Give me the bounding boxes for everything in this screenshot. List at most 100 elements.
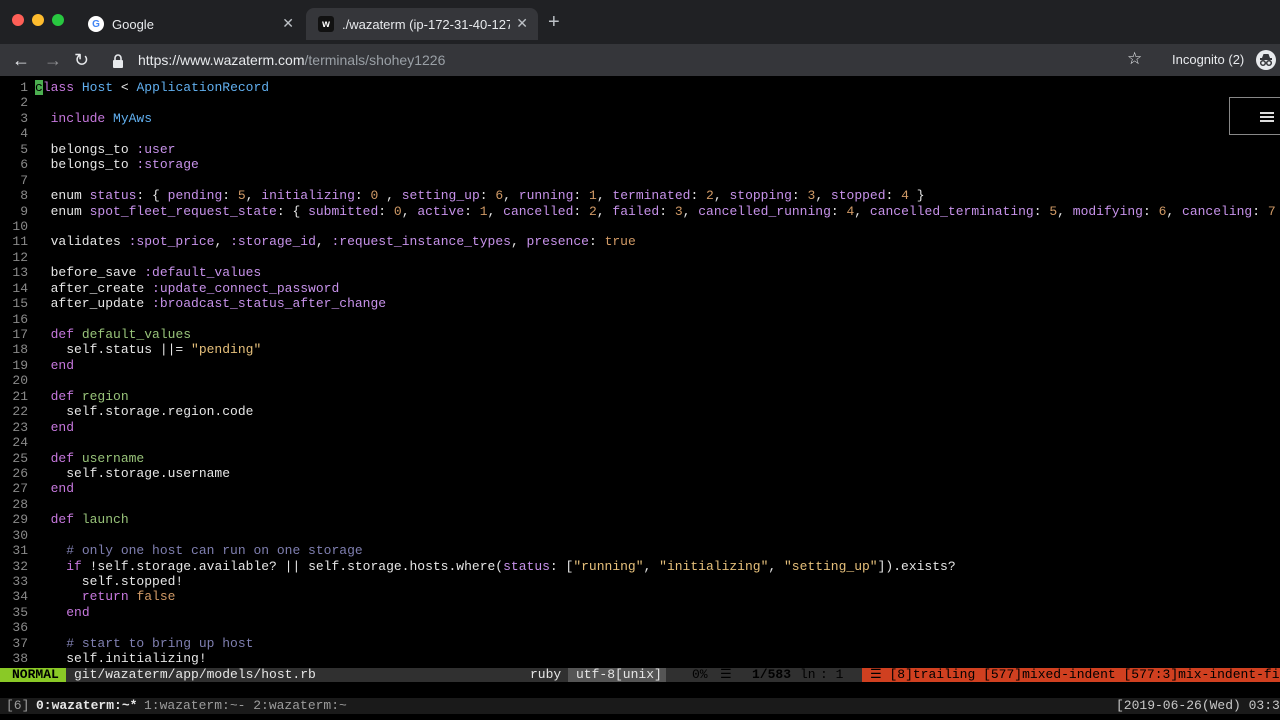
tmux-status-bar: [6] 0:wazaterm:~* 1:wazaterm:~- 2:wazate… — [0, 698, 1280, 714]
line-number: 21 — [12, 388, 28, 404]
minimize-window-icon[interactable] — [32, 14, 44, 26]
line-number: 13 — [12, 265, 28, 281]
line-number: 9 — [20, 203, 28, 219]
line-number: 38 — [12, 651, 28, 667]
terminal-menu-button[interactable] — [1229, 97, 1280, 135]
code-line[interactable]: 4 — [0, 126, 1280, 141]
line-number: 32 — [12, 558, 28, 574]
line-text: def region — [50, 388, 129, 404]
column: : 1 — [820, 667, 844, 682]
code-line[interactable]: 38 self.initializing! — [0, 651, 1280, 666]
code-line[interactable]: 28 — [0, 497, 1280, 512]
code-line[interactable]: 32 if !self.storage.available? || self.s… — [0, 559, 1280, 574]
code-line[interactable]: 11 validates :spot_price, :storage_id, :… — [0, 234, 1280, 249]
code-line[interactable]: 26 self.storage.username — [0, 466, 1280, 481]
code-editor[interactable]: 1 class Host < ApplicationRecord 2 3 includ… — [0, 80, 1280, 667]
line-number: 35 — [12, 604, 28, 620]
line-text: include MyAws — [50, 110, 153, 126]
line-number: 19 — [12, 357, 28, 373]
code-line[interactable]: 3 include MyAws — [0, 111, 1280, 126]
code-line[interactable]: 23 end — [0, 420, 1280, 435]
code-line[interactable]: 1 class Host < ApplicationRecord — [0, 80, 1280, 95]
percent: 0% — [692, 667, 708, 682]
line-number: 23 — [12, 419, 28, 435]
code-line[interactable]: 22 self.storage.region.code — [0, 404, 1280, 419]
code-line[interactable]: 31 # only one host can run on one storag… — [0, 543, 1280, 558]
terminal-view[interactable]: 1 class Host < ApplicationRecord 2 3 includ… — [0, 76, 1280, 720]
code-line[interactable]: 7 — [0, 173, 1280, 188]
whitespace-warnings: ☰ [8]trailing [577]mixed-indent [577:3]m… — [862, 668, 1280, 682]
file-path: git/wazaterm/app/models/host.rb — [74, 667, 316, 682]
tmux-session: [6] — [6, 698, 30, 713]
tab-google[interactable]: G Google ✕ — [76, 8, 304, 40]
code-line[interactable]: 12 — [0, 250, 1280, 265]
line-text: end — [66, 604, 90, 620]
close-icon[interactable]: ✕ — [516, 15, 528, 32]
code-line[interactable]: 13 before_save :default_values — [0, 265, 1280, 280]
line-number: 33 — [12, 574, 28, 589]
new-tab-button[interactable]: + — [548, 12, 560, 32]
line-number: 12 — [12, 249, 28, 265]
line-number: 1 — [20, 80, 28, 95]
incognito-label[interactable]: Incognito (2) — [1172, 52, 1244, 67]
code-line[interactable]: 5 belongs_to :user — [0, 142, 1280, 157]
code-line[interactable]: 34 return false — [0, 589, 1280, 604]
line-text: enum status: { pending: 5, initializing:… — [35, 188, 925, 204]
bookmark-star-icon[interactable]: ☆ — [1127, 49, 1142, 69]
tab-title: Google — [112, 16, 154, 32]
line-text: self.storage.region.code — [35, 404, 254, 420]
tab-wazaterm[interactable]: w ./wazaterm (ip-172-31-40-127 ✕ — [306, 8, 538, 40]
close-icon[interactable]: ✕ — [282, 15, 294, 32]
code-line[interactable]: 10 — [0, 219, 1280, 234]
line-number: 22 — [12, 404, 28, 420]
line-number: 29 — [12, 512, 28, 528]
tmux-window-active[interactable]: 0:wazaterm:~* — [36, 698, 137, 714]
line-number: 2 — [20, 95, 28, 111]
code-line[interactable]: 9 enum spot_fleet_request_state: { submi… — [0, 204, 1280, 219]
wazaterm-icon: w — [318, 16, 334, 32]
code-line[interactable]: 24 — [0, 435, 1280, 450]
line-text: class Host < ApplicationRecord — [35, 80, 270, 95]
line-text: belongs_to :storage — [35, 157, 199, 173]
encoding: utf-8[unix] — [568, 668, 666, 682]
line-number: 14 — [12, 280, 28, 296]
tab-title: ./wazaterm (ip-172-31-40-127 — [342, 16, 510, 32]
code-line[interactable]: 29 def launch — [0, 512, 1280, 527]
maximize-window-icon[interactable] — [52, 14, 64, 26]
code-line[interactable]: 30 — [0, 528, 1280, 543]
menu-glyph-icon: ☰ — [720, 667, 732, 682]
code-line[interactable]: 21 def region — [0, 389, 1280, 404]
incognito-icon[interactable] — [1256, 50, 1276, 70]
code-line[interactable]: 14 after_create :update_connect_password — [0, 281, 1280, 296]
code-line[interactable]: 6 belongs_to :storage — [0, 157, 1280, 172]
line-text: validates :spot_price, :storage_id, :req… — [35, 234, 636, 250]
line-number: 30 — [12, 527, 28, 543]
code-line[interactable]: 35 end — [0, 605, 1280, 620]
code-line[interactable]: 36 — [0, 620, 1280, 635]
line-number: 17 — [12, 327, 28, 342]
line-text: def default_values — [50, 327, 192, 342]
code-line[interactable]: 27 end — [0, 481, 1280, 496]
close-window-icon[interactable] — [12, 14, 24, 26]
reload-icon[interactable]: ↻ — [74, 48, 89, 72]
code-line[interactable]: 37 # start to bring up host — [0, 636, 1280, 651]
forward-icon[interactable]: → — [44, 48, 62, 72]
code-line[interactable]: 18 self.status ||= "pending" — [0, 342, 1280, 357]
code-line[interactable]: 33 self.stopped! — [0, 574, 1280, 589]
lock-icon — [112, 54, 124, 68]
code-line[interactable]: 17 def default_values — [0, 327, 1280, 342]
code-line[interactable]: 2 — [0, 95, 1280, 110]
code-line[interactable]: 8 enum status: { pending: 5, initializin… — [0, 188, 1280, 203]
code-line[interactable]: 15 after_update :broadcast_status_after_… — [0, 296, 1280, 311]
code-line[interactable]: 25 def username — [0, 451, 1280, 466]
line-text: self.initializing! — [35, 651, 207, 667]
tmux-windows[interactable]: 1:wazaterm:~- 2:wazaterm:~ — [144, 698, 347, 714]
line-text: enum spot_fleet_request_state: { submitt… — [35, 203, 1276, 219]
back-icon[interactable]: ← — [12, 48, 30, 72]
address-bar[interactable]: https://www.wazaterm.com/terminals/shohe… — [104, 46, 1154, 74]
code-line[interactable]: 16 — [0, 312, 1280, 327]
code-line[interactable]: 20 — [0, 373, 1280, 388]
line-text: return false — [81, 589, 176, 605]
line-number: 28 — [12, 496, 28, 512]
code-line[interactable]: 19 end — [0, 358, 1280, 373]
